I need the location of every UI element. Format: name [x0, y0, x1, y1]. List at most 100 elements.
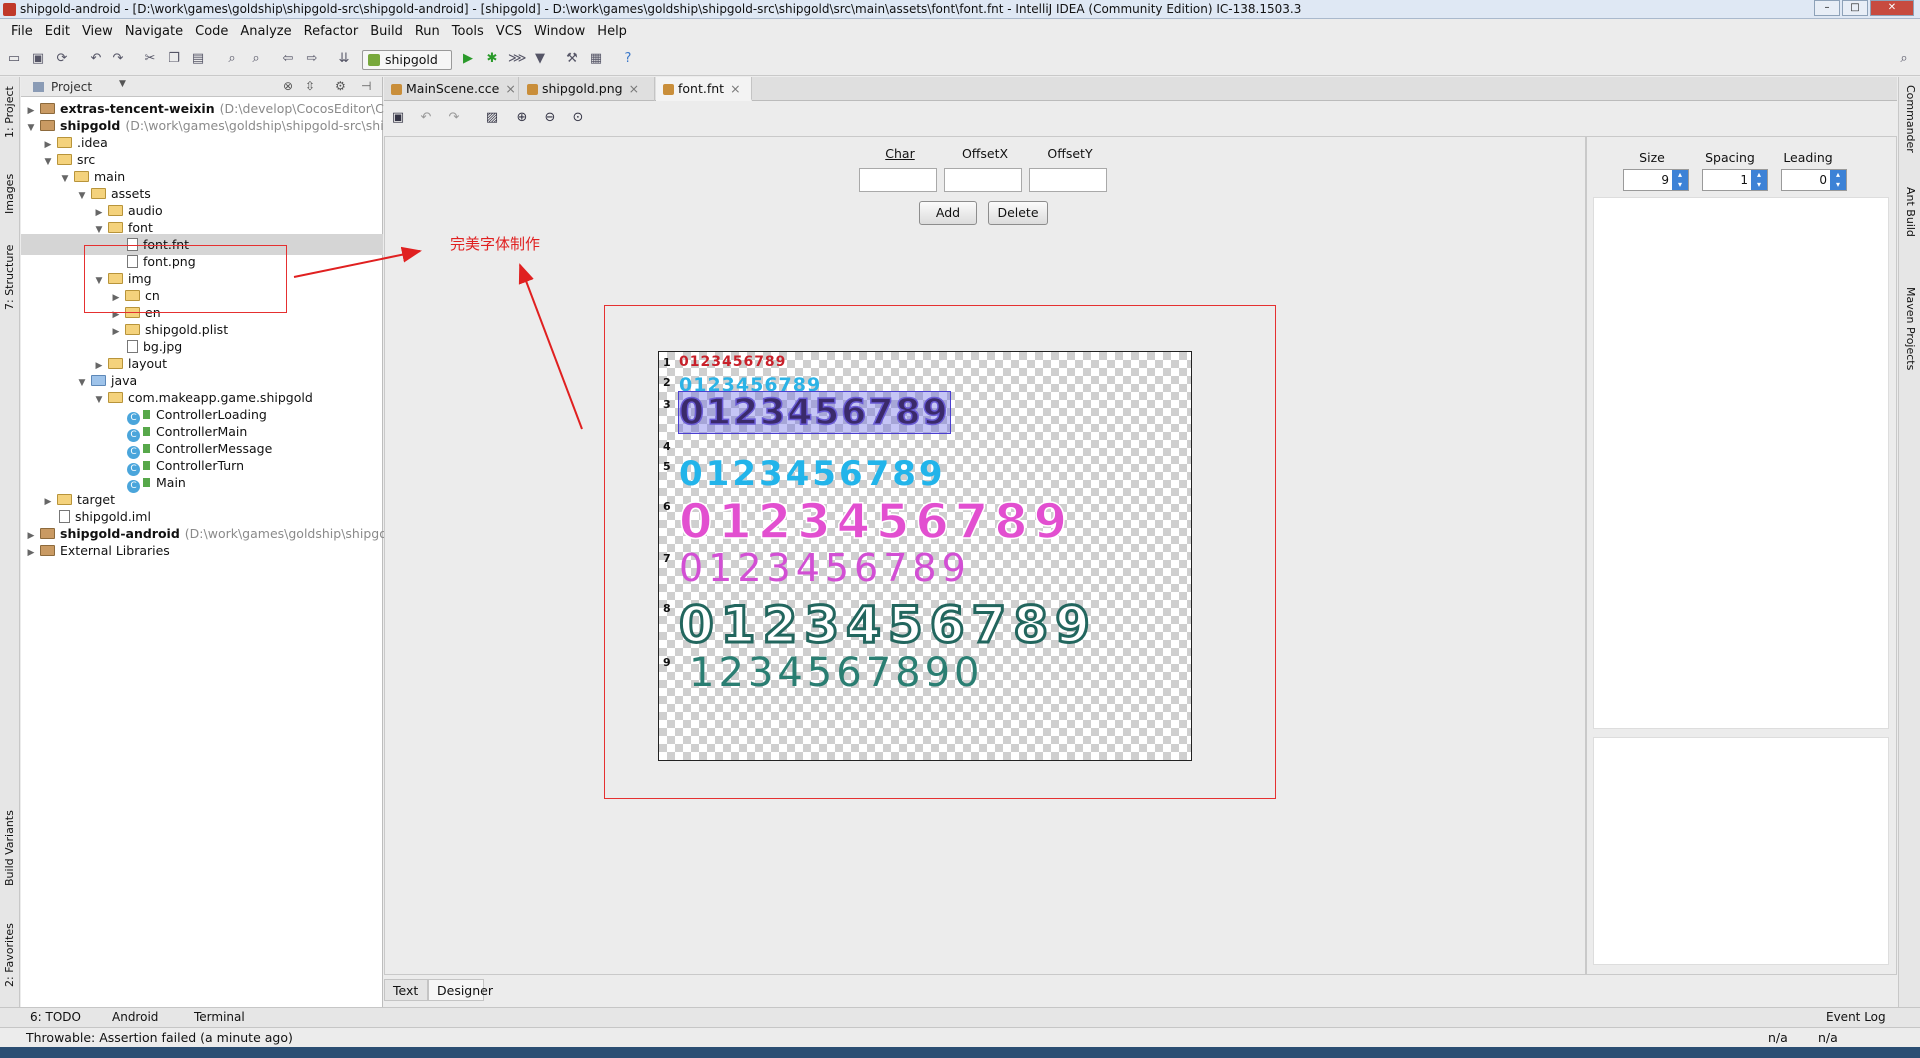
- open-folder-icon[interactable]: ▭: [6, 51, 22, 67]
- menu-code[interactable]: Code: [189, 24, 234, 39]
- tree-item-label: layout: [128, 356, 168, 371]
- title-bar: shipgold-android - [D:\work\games\goldsh…: [0, 0, 1920, 19]
- tree-item-label: shipgold-android: [60, 526, 180, 541]
- atlas-glyph-row: 0123456789: [678, 493, 1073, 551]
- tree-item-label: bg.jpg: [143, 339, 183, 354]
- folder-icon: [57, 154, 72, 165]
- replace-icon[interactable]: ⌕: [248, 51, 264, 67]
- settings-icon[interactable]: ⚒: [564, 51, 580, 67]
- copy-icon[interactable]: ❐: [166, 51, 182, 67]
- maximize-button[interactable]: □: [1842, 0, 1868, 16]
- menu-navigate[interactable]: Navigate: [119, 24, 189, 39]
- size-spinner[interactable]: 9: [1623, 169, 1689, 191]
- tree-item-label: extras-tencent-weixin: [60, 101, 215, 116]
- tool-window-bar: 6: TODO Android Terminal Event Log: [0, 1007, 1920, 1027]
- app-icon: [3, 3, 16, 16]
- minimize-button[interactable]: –: [1814, 0, 1840, 16]
- collapse-all-icon[interactable]: ⇳: [305, 79, 315, 93]
- leading-spinner[interactable]: 0: [1781, 169, 1847, 191]
- spacing-spinner[interactable]: 1: [1702, 169, 1768, 191]
- atlas-glyph-row: 1234567890: [689, 650, 984, 696]
- delete-button[interactable]: Delete: [988, 201, 1048, 225]
- offsety-label: OffsetY: [1047, 146, 1093, 161]
- offsety-input[interactable]: [1029, 168, 1107, 192]
- font-settings-panel: Size Spacing Leading 9 1 0: [1586, 136, 1897, 975]
- back-icon[interactable]: ⇦: [280, 51, 296, 67]
- window-controls: – □ ✕: [1814, 0, 1914, 16]
- collapsed-arrow-icon[interactable]: ▶: [25, 543, 37, 564]
- redo-icon[interactable]: ↷: [110, 51, 126, 67]
- search-everywhere-icon[interactable]: ⌕: [1896, 51, 1912, 67]
- offsetx-label: OffsetX: [961, 146, 1009, 161]
- char-input[interactable]: [859, 168, 937, 192]
- tab-terminal[interactable]: Terminal: [194, 1010, 245, 1024]
- chevron-down-icon[interactable]: ▼: [119, 79, 126, 89]
- add-button[interactable]: Add: [919, 201, 977, 225]
- close-button[interactable]: ✕: [1870, 0, 1914, 16]
- char-list[interactable]: [1593, 197, 1889, 729]
- tab-text[interactable]: Text: [384, 979, 428, 1001]
- forward-icon[interactable]: ⇨: [304, 51, 320, 67]
- tree-item-label: ControllerMain: [156, 424, 248, 439]
- run-icon[interactable]: ▶: [460, 51, 476, 67]
- cut-icon[interactable]: ✂: [142, 51, 158, 67]
- access-icon: [143, 461, 150, 470]
- tab-favorites[interactable]: 2: Favorites: [0, 917, 20, 993]
- tree-item[interactable]: ▶ External Libraries: [21, 540, 383, 561]
- atlas-glyph-row: 0123456789: [678, 391, 951, 434]
- menu-vcs[interactable]: VCS: [490, 24, 528, 39]
- status-message[interactable]: Throwable: Assertion failed (a minute ag…: [26, 1030, 293, 1045]
- folder-icon: [108, 358, 123, 369]
- atlas-glyph-row: 0123456789: [678, 595, 1097, 656]
- scroll-from-source-icon[interactable]: ⊗: [283, 79, 293, 93]
- file-icon: [127, 340, 138, 353]
- menu-help[interactable]: Help: [591, 24, 633, 39]
- menu-tools[interactable]: Tools: [446, 24, 490, 39]
- tree-item-label: .idea: [77, 135, 108, 150]
- event-log[interactable]: Event Log: [1826, 1010, 1886, 1024]
- run-config-select[interactable]: shipgold: [362, 50, 452, 70]
- sync-icon[interactable]: ⟳: [54, 51, 70, 67]
- tab-todo[interactable]: 6: TODO: [30, 1010, 81, 1024]
- project-view-selector[interactable]: Project: [28, 79, 128, 95]
- save-all-icon[interactable]: ▣: [30, 51, 46, 67]
- undo-icon[interactable]: ↶: [88, 51, 104, 67]
- menu-run[interactable]: Run: [409, 24, 446, 39]
- tab-designer[interactable]: Designer: [428, 979, 493, 1001]
- atlas-row-number: 4: [663, 440, 671, 453]
- file-icon: [59, 510, 70, 523]
- offsetx-input[interactable]: [944, 168, 1022, 192]
- menu-window[interactable]: Window: [528, 24, 591, 39]
- menu-build[interactable]: Build: [364, 24, 409, 39]
- menu-view[interactable]: View: [76, 24, 119, 39]
- tab-structure[interactable]: 7: Structure: [0, 237, 20, 317]
- menu-refactor[interactable]: Refactor: [298, 24, 365, 39]
- char-label: Char: [885, 146, 915, 161]
- menu-analyze[interactable]: Analyze: [234, 24, 297, 39]
- atlas-row-number: 2: [663, 376, 671, 389]
- tab-android[interactable]: Android: [112, 1010, 158, 1024]
- gear-icon[interactable]: ⚙: [335, 79, 346, 93]
- tab-build-variants[interactable]: Build Variants: [0, 803, 20, 893]
- module-icon: [40, 528, 55, 539]
- folder-icon: [74, 171, 89, 182]
- project-structure-icon[interactable]: ▦: [588, 51, 604, 67]
- menu-edit[interactable]: Edit: [39, 24, 76, 39]
- tab-ant-build[interactable]: Ant Build: [1899, 187, 1920, 257]
- attach-icon[interactable]: ▼: [532, 51, 548, 67]
- make-icon[interactable]: ⇊: [336, 51, 352, 67]
- find-icon[interactable]: ⌕: [224, 51, 240, 67]
- folder-icon: [108, 222, 123, 233]
- editor-area: MainScene.cce × shipgold.png × font.fnt × ▣…: [293, 77, 1897, 1007]
- hide-panel-icon[interactable]: ⊣: [361, 79, 371, 93]
- coverage-icon[interactable]: ⋙: [508, 51, 527, 67]
- help-icon[interactable]: ?: [620, 51, 636, 67]
- tab-commander[interactable]: Commander: [1899, 85, 1920, 165]
- tab-project[interactable]: 1: Project: [0, 81, 20, 143]
- paste-icon[interactable]: ▤: [190, 51, 206, 67]
- tab-images[interactable]: Images: [0, 169, 20, 219]
- menu-file[interactable]: File: [5, 24, 39, 39]
- project-panel-header: Project ▼ ⊗ ⇳ ⚙ ⊣: [21, 77, 382, 97]
- debug-icon[interactable]: ✱: [484, 51, 500, 67]
- tab-maven-projects[interactable]: Maven Projects: [1899, 287, 1920, 397]
